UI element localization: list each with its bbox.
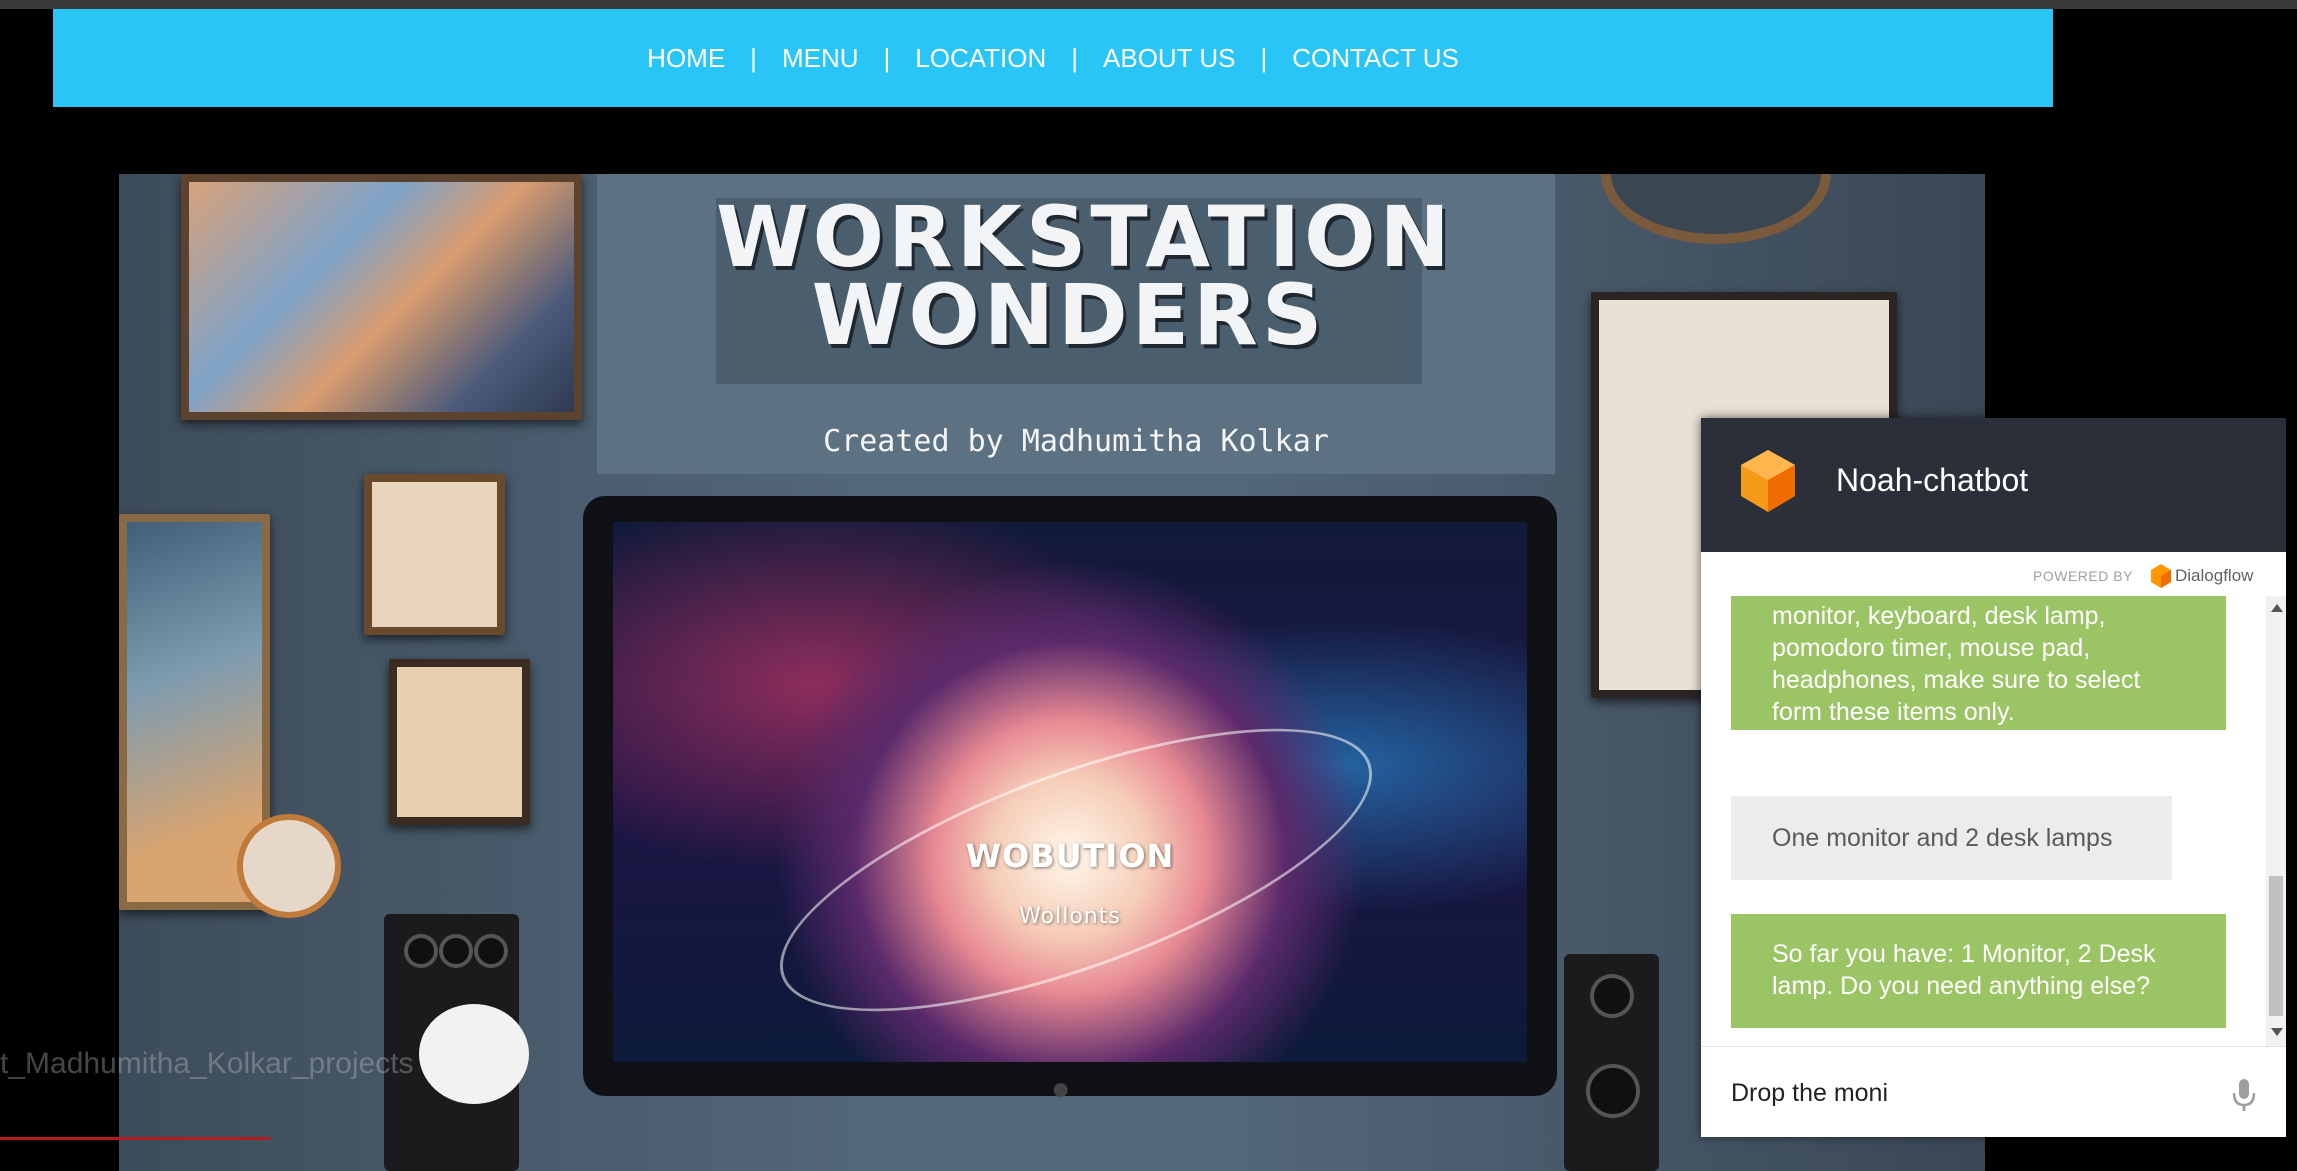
speaker-cone xyxy=(1590,974,1634,1018)
hero-title: WORKSTATION WONDERS xyxy=(716,188,1454,364)
chatbot-header[interactable]: Noah-chatbot xyxy=(1701,418,2286,552)
nav-separator: | xyxy=(1071,42,1079,73)
speaker-cone xyxy=(474,934,508,968)
nav-separator: | xyxy=(883,42,891,73)
dialogflow-name: Dialogflow xyxy=(2175,566,2254,585)
bot-message: monitor, keyboard, desk lamp, pomodoro t… xyxy=(1731,596,2226,730)
monkey-figurine xyxy=(237,814,341,918)
chat-input-row xyxy=(1701,1046,2286,1137)
scroll-up-arrow-icon[interactable] xyxy=(2271,604,2283,612)
sketch-frame-1 xyxy=(364,474,505,635)
screen-logo-text: WOBUTION Wollonts xyxy=(613,814,1527,931)
nav-separator: | xyxy=(750,42,757,73)
speaker-cone xyxy=(1586,1064,1640,1118)
chat-scrollbar[interactable] xyxy=(2266,596,2286,1046)
dialogflow-logo-icon xyxy=(2151,564,2171,588)
right-speaker xyxy=(1564,954,1659,1171)
browser-top-strip xyxy=(0,0,2297,9)
bear-figurine xyxy=(419,1004,529,1104)
screen-title: WOBUTION xyxy=(965,837,1175,875)
chat-message-input[interactable] xyxy=(1729,1073,2213,1113)
chatbot-title: Noah-chatbot xyxy=(1836,462,2029,498)
speaker-cone xyxy=(404,934,438,968)
apple-logo-icon: ● xyxy=(1051,1070,1071,1106)
chat-message-list[interactable]: monitor, keyboard, desk lamp, pomodoro t… xyxy=(1701,596,2266,1046)
dialogflow-cube-icon xyxy=(1741,450,1795,512)
scroll-down-arrow-icon[interactable] xyxy=(2271,1028,2283,1036)
scroll-thumb[interactable] xyxy=(2269,876,2283,1016)
bot-message: So far you have: 1 Monitor, 2 Desk lamp.… xyxy=(1731,914,2226,1028)
nav-separator: | xyxy=(1260,42,1268,73)
video-progress-bar xyxy=(0,1137,270,1140)
couple-painting-frame xyxy=(181,174,582,420)
monitor-screen: WOBUTION Wollonts xyxy=(613,522,1527,1062)
user-message: One monitor and 2 desk lamps xyxy=(1731,796,2172,880)
screen-subtitle: Wollonts xyxy=(1019,904,1121,929)
powered-by-bar: POWERED BY Dialogflow xyxy=(1701,552,2286,597)
sketch-frame-2 xyxy=(389,659,530,825)
chatbot-widget: Noah-chatbot POWERED BY Dialogflow monit… xyxy=(1701,418,2286,1137)
microphone-icon[interactable] xyxy=(2229,1077,2259,1113)
nav-menu-link[interactable]: MENU xyxy=(782,43,859,74)
powered-by-label: POWERED BY xyxy=(2033,568,2133,584)
nav-about-us-link[interactable]: ABOUT US xyxy=(1103,43,1235,74)
main-navbar: HOME | MENU | LOCATION | ABOUT US | CONT… xyxy=(53,9,2053,107)
nav-location-link[interactable]: LOCATION xyxy=(915,43,1046,74)
nav-contact-us-link[interactable]: CONTACT US xyxy=(1292,43,1459,74)
nav-home-link[interactable]: HOME xyxy=(647,43,725,74)
speaker-cone xyxy=(439,934,473,968)
hero-credit: Created by Madhumitha Kolkar xyxy=(823,424,1329,459)
video-watermark: t_Madhumitha_Kolkar_projects xyxy=(0,1047,414,1080)
